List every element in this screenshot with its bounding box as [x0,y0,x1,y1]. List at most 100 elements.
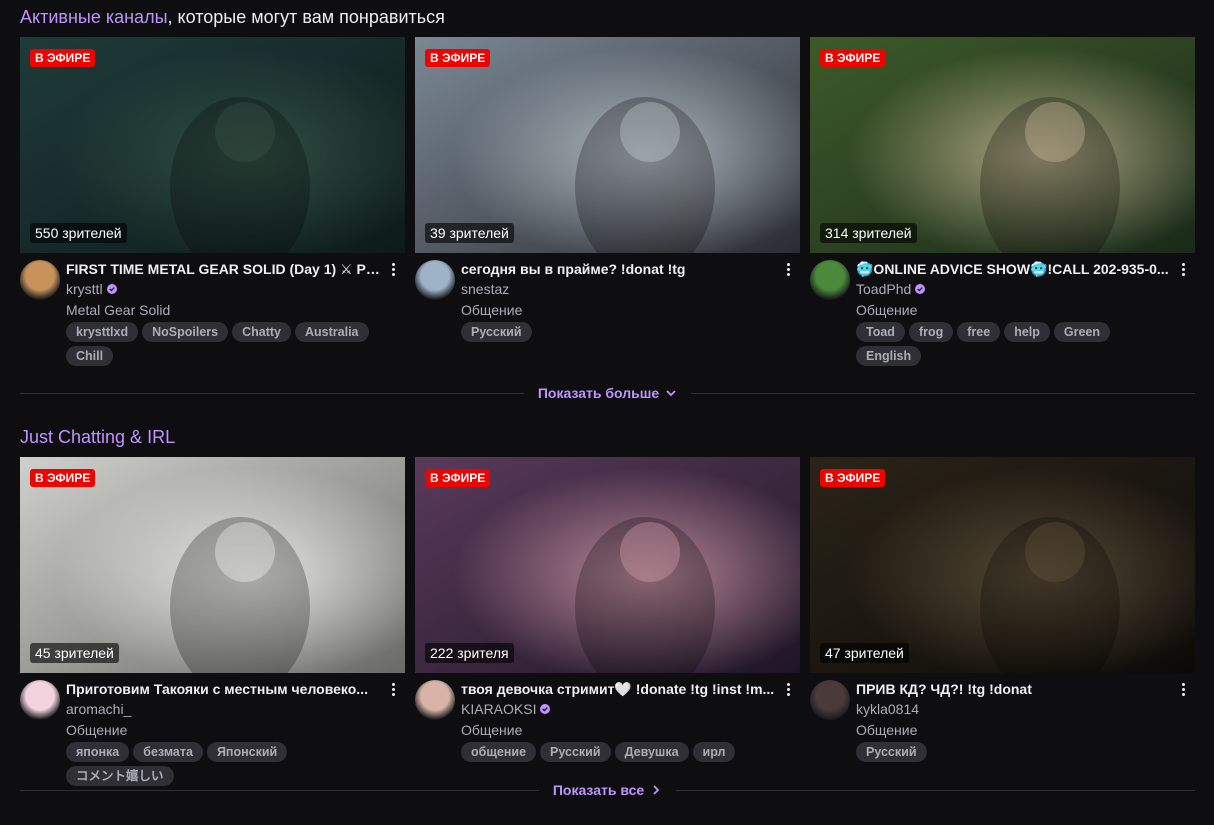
viewer-count: 39 зрителей [425,223,514,243]
tag[interactable]: японка [66,742,130,762]
section-title-link[interactable]: Активные каналы [20,7,168,27]
more-options-icon[interactable] [1175,260,1191,278]
tag[interactable]: Australia [295,322,369,342]
section-title-rest: , которые могут вам понравиться [167,7,445,27]
show-all-label: Показать все [552,782,645,798]
more-options-icon[interactable] [385,260,401,278]
thumbnail-image [415,457,800,673]
avatar[interactable] [415,680,455,720]
stream-card[interactable]: В ЭФИРЕ 222 зрителя твоя девочка стримит… [415,457,800,786]
tag[interactable]: Green [1053,322,1111,342]
tag-list: Toad frog free help Green English [856,322,1171,366]
stream-info: сегодня вы в прайме? !donat !tg snestaz … [415,260,800,342]
more-options-icon[interactable] [780,260,796,278]
stream-thumbnail[interactable]: В ЭФИРЕ 45 зрителей [20,457,405,673]
thumbnail-image [810,457,1195,673]
viewer-count: 314 зрителей [820,223,917,243]
category-link[interactable]: Общение [856,300,1171,320]
avatar[interactable] [20,260,60,300]
stream-meta: сегодня вы в прайме? !donat !tg snestaz … [461,260,800,342]
viewer-count: 222 зрителя [425,643,514,663]
stream-thumbnail[interactable]: В ЭФИРЕ 222 зрителя [415,457,800,673]
tag[interactable]: Toad [856,322,905,342]
show-more-divider: Показать больше [20,383,1196,403]
category-link[interactable]: Metal Gear Solid [66,300,381,320]
stream-meta: Приготовим Такояки с местным человеко...… [66,680,405,786]
avatar[interactable] [415,260,455,300]
tag[interactable]: ирл [692,742,736,762]
stream-meta: ПРИВ КД? ЧД?! !tg !donat kykla0814 Общен… [856,680,1195,762]
tag[interactable]: Девушка [614,742,689,762]
more-options-icon[interactable] [1175,680,1191,698]
stream-title[interactable]: FIRST TIME METAL GEAR SOLID (Day 1) ⚔ PS… [66,260,381,278]
channel-name[interactable]: KIARAOKSI [461,698,536,720]
avatar[interactable] [810,260,850,300]
thumbnail-image [20,457,405,673]
category-link[interactable]: Общение [66,720,381,740]
show-all-button[interactable]: Показать все [539,782,676,798]
channel-row: krysttl [66,278,381,300]
category-link[interactable]: Общение [856,720,1171,740]
tag[interactable]: безмата [133,742,203,762]
avatar[interactable] [20,680,60,720]
verified-icon [106,284,117,294]
verified-icon [540,704,551,714]
stream-meta: FIRST TIME METAL GEAR SOLID (Day 1) ⚔ PS… [66,260,405,366]
tag[interactable]: Русский [461,322,532,342]
tag[interactable]: free [957,322,1001,342]
stream-title[interactable]: ПРИВ КД? ЧД?! !tg !donat [856,680,1171,698]
channel-name[interactable]: aromachi_ [66,698,131,720]
channel-row: KIARAOKSI [461,698,776,720]
category-link[interactable]: Общение [461,300,776,320]
stream-card[interactable]: В ЭФИРЕ 314 зрителей 🥶ONLINE ADVICE SHOW… [810,37,1195,366]
stream-thumbnail[interactable]: В ЭФИРЕ 47 зрителей [810,457,1195,673]
channel-name[interactable]: ToadPhd [856,278,911,300]
tag[interactable]: krysttlxd [66,322,139,342]
stream-info: ПРИВ КД? ЧД?! !tg !donat kykla0814 Общен… [810,680,1195,762]
tag[interactable]: Русский [856,742,927,762]
stream-card[interactable]: В ЭФИРЕ 47 зрителей ПРИВ КД? ЧД?! !tg !d… [810,457,1195,786]
stream-title[interactable]: твоя девочка стримит🤍 !donate !tg !inst … [461,680,776,698]
tag[interactable]: frog [908,322,954,342]
tag[interactable]: NoSpoilers [142,322,229,342]
tag[interactable]: Chatty [232,322,292,342]
viewer-count: 47 зрителей [820,643,909,663]
channel-row: snestaz [461,278,776,300]
thumbnail-image [810,37,1195,253]
section-title-link[interactable]: Just Chatting & IRL [20,427,175,447]
tag[interactable]: Японский [206,742,288,762]
channel-name[interactable]: kykla0814 [856,698,919,720]
more-options-icon[interactable] [780,680,796,698]
category-link[interactable]: Общение [461,720,776,740]
stream-card[interactable]: В ЭФИРЕ 550 зрителей FIRST TIME METAL GE… [20,37,405,366]
stream-thumbnail[interactable]: В ЭФИРЕ 39 зрителей [415,37,800,253]
stream-title[interactable]: сегодня вы в прайме? !donat !tg [461,260,776,278]
stream-info: 🥶ONLINE ADVICE SHOW🥶!CALL 202-935-0... T… [810,260,1195,366]
tag[interactable]: Chill [66,346,114,366]
stream-thumbnail[interactable]: В ЭФИРЕ 550 зрителей [20,37,405,253]
recommended-live-section: Активные каналы, которые могут вам понра… [20,0,1196,401]
live-badge: В ЭФИРЕ [30,49,96,67]
channel-name[interactable]: krysttl [66,278,103,300]
tag[interactable]: help [1004,322,1050,342]
tag[interactable]: общение [461,742,537,762]
stream-title[interactable]: 🥶ONLINE ADVICE SHOW🥶!CALL 202-935-0... [856,260,1171,278]
tag[interactable]: Русский [540,742,611,762]
tag[interactable]: English [856,346,922,366]
show-more-button[interactable]: Показать больше [524,385,691,401]
viewer-count: 45 зрителей [30,643,119,663]
more-options-icon[interactable] [385,680,401,698]
stream-info: Приготовим Такояки с местным человеко...… [20,680,405,786]
section-title: Just Chatting & IRL [20,420,1195,454]
channel-name[interactable]: snestaz [461,278,509,300]
chevron-down-icon [666,390,676,397]
stream-card[interactable]: В ЭФИРЕ 39 зрителей сегодня вы в прайме?… [415,37,800,366]
tag-list: krysttlxd NoSpoilers Chatty Australia Chill [66,322,381,366]
stream-cards: В ЭФИРЕ 550 зрителей FIRST TIME METAL GE… [20,37,1195,366]
stream-card[interactable]: В ЭФИРЕ 45 зрителей Приготовим Такояки с… [20,457,405,786]
stream-title[interactable]: Приготовим Такояки с местным человеко... [66,680,381,698]
avatar[interactable] [810,680,850,720]
stream-thumbnail[interactable]: В ЭФИРЕ 314 зрителей [810,37,1195,253]
viewer-count: 550 зрителей [30,223,127,243]
thumbnail-image [415,37,800,253]
